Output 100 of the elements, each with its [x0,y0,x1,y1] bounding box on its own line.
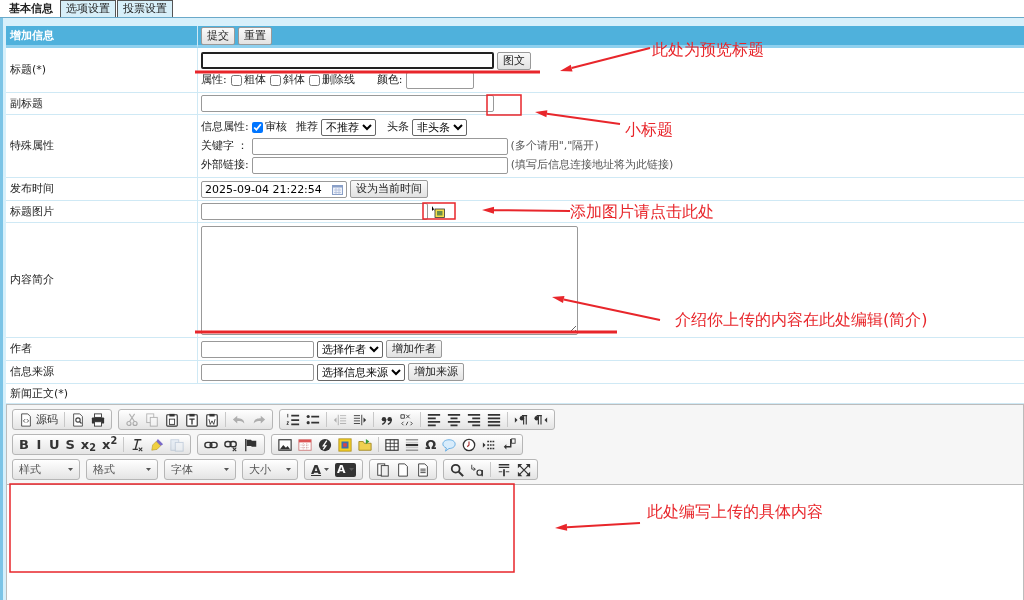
checkbox[interactable] [308,74,320,86]
left-to-right-icon[interactable] [514,412,528,427]
source-input[interactable] [201,363,314,381]
field-label: 头条 [386,120,409,134]
brush-icon[interactable] [150,437,165,452]
subtitle-input[interactable] [201,95,494,112]
add-author-button[interactable]: 增加作者 [386,340,442,358]
clock-icon[interactable] [462,437,477,452]
checkbox-label: 删除线 [321,73,355,87]
horizontal-rule-icon[interactable] [405,437,420,452]
toolbar-button[interactable]: I [31,435,46,454]
align-center-icon[interactable] [447,412,461,427]
toolbar-button[interactable]: x$^{2}$ [99,435,121,454]
toolbar-dropdown[interactable]: 样式 [12,459,80,480]
bulleted-list-icon[interactable] [306,412,320,427]
find-replace-icon[interactable] [469,462,484,477]
caret-icon [224,468,229,471]
dropdown-label: 格式 [93,462,115,477]
align-justify-icon[interactable] [487,412,501,427]
flag-icon[interactable] [244,437,259,452]
author-input[interactable] [201,340,314,358]
clipboard-text-icon[interactable] [185,412,199,427]
search-icon[interactable] [449,462,464,477]
form-button[interactable]: 重置 [238,26,272,45]
toolbar-button[interactable]: S [62,435,78,454]
caret-icon [68,468,73,471]
checkbox-label: 粗体 [243,73,266,87]
toolbar-dropdown[interactable]: 格式 [86,459,158,480]
image-picker-icon[interactable] [432,205,445,218]
author-select[interactable]: 选择作者 [317,340,383,358]
external-link-input[interactable] [251,156,508,174]
title-input[interactable] [201,52,494,69]
field-label: 关键字 ： [201,139,249,153]
attributes-label: 属性: [201,73,227,87]
field-label: 新闻正文(*) [10,386,69,401]
image-text-button[interactable]: 图文 [497,51,531,70]
headline-select[interactable]: 非头条 [411,118,467,136]
add-source-button[interactable]: 增加来源 [408,363,464,381]
folder-icon[interactable] [358,437,373,452]
clipboard-word-icon[interactable] [205,412,219,427]
toolbar-dropdown[interactable]: 大小 [242,459,298,480]
toolbar-button[interactable]: A [308,460,333,479]
maximize-icon[interactable] [516,462,531,477]
tab[interactable]: 选项设置 [60,0,116,17]
field-label: 标题(*) [10,63,47,77]
field-label: 外部链接: [201,158,249,172]
toolbar-button[interactable]: B [16,435,32,454]
checkbox[interactable] [269,74,281,86]
source-label[interactable]: 源码 [36,412,58,427]
toolbar-dropdown[interactable]: 字体 [164,459,236,480]
toolbar-button[interactable]: Ω [422,435,440,454]
printer-icon[interactable] [91,412,105,427]
annotation-box [422,202,456,220]
date-input[interactable]: 2025-09-04 21:22:54 [201,180,347,198]
caret-icon [324,468,330,471]
template-icon[interactable] [338,437,353,452]
picture-icon[interactable] [278,437,293,452]
annotation-box [486,94,522,116]
checkbox[interactable] [230,74,242,86]
field-label: 内容简介 [10,273,54,287]
right-to-left-icon[interactable] [534,412,548,427]
toolbar-button[interactable]: U [45,435,63,454]
field-label: 副标题 [10,96,43,111]
summary-textarea[interactable] [201,225,578,335]
show-blocks-icon[interactable] [496,462,511,477]
div-container-icon[interactable] [400,412,414,427]
header-title: 增加信息 [10,28,54,43]
annotation-text: 介绍你上传的内容在此处编辑(简介) [675,310,928,330]
remove-format-icon[interactable] [130,437,145,452]
tab[interactable]: 投票设置 [117,0,173,17]
recommend-select[interactable]: 不推荐 [320,118,376,136]
checkbox-label: 审核 [264,120,287,134]
page-stack-icon[interactable] [375,462,390,477]
page-magnifier-icon[interactable] [71,412,85,427]
numbered-list-icon[interactable] [286,412,300,427]
disc-icon[interactable] [318,437,333,452]
page-code-icon[interactable] [19,412,33,427]
table-icon[interactable] [385,437,400,452]
align-left-icon[interactable] [427,412,441,427]
toolbar-button[interactable]: A [335,462,356,477]
field-label: 作者 [10,342,32,356]
source-select[interactable]: 选择信息来源 [317,363,405,381]
image-path-input[interactable] [201,203,428,220]
checkbox[interactable] [251,121,263,133]
annotation-text: 小标题 [625,120,673,140]
field-label: 信息来源 [10,365,54,379]
calendar-icon[interactable] [332,184,343,195]
caret-icon [348,468,354,471]
keywords-input[interactable] [251,137,508,155]
calendar-grid-icon[interactable] [298,437,313,452]
indent-icon[interactable] [353,412,367,427]
text-page-icon[interactable] [415,462,430,477]
toolbar-button[interactable]: x$_{2}$ [77,435,100,454]
annotation-text: 此处编写上传的具体内容 [647,502,823,522]
blank-page-icon[interactable] [395,462,410,477]
align-right-icon[interactable] [467,412,481,427]
clipboard-icon[interactable] [165,412,179,427]
set-current-time-button[interactable]: 设为当前时间 [350,180,428,198]
field-label: 标题图片 [10,204,54,219]
form-button[interactable]: 提交 [201,26,235,45]
